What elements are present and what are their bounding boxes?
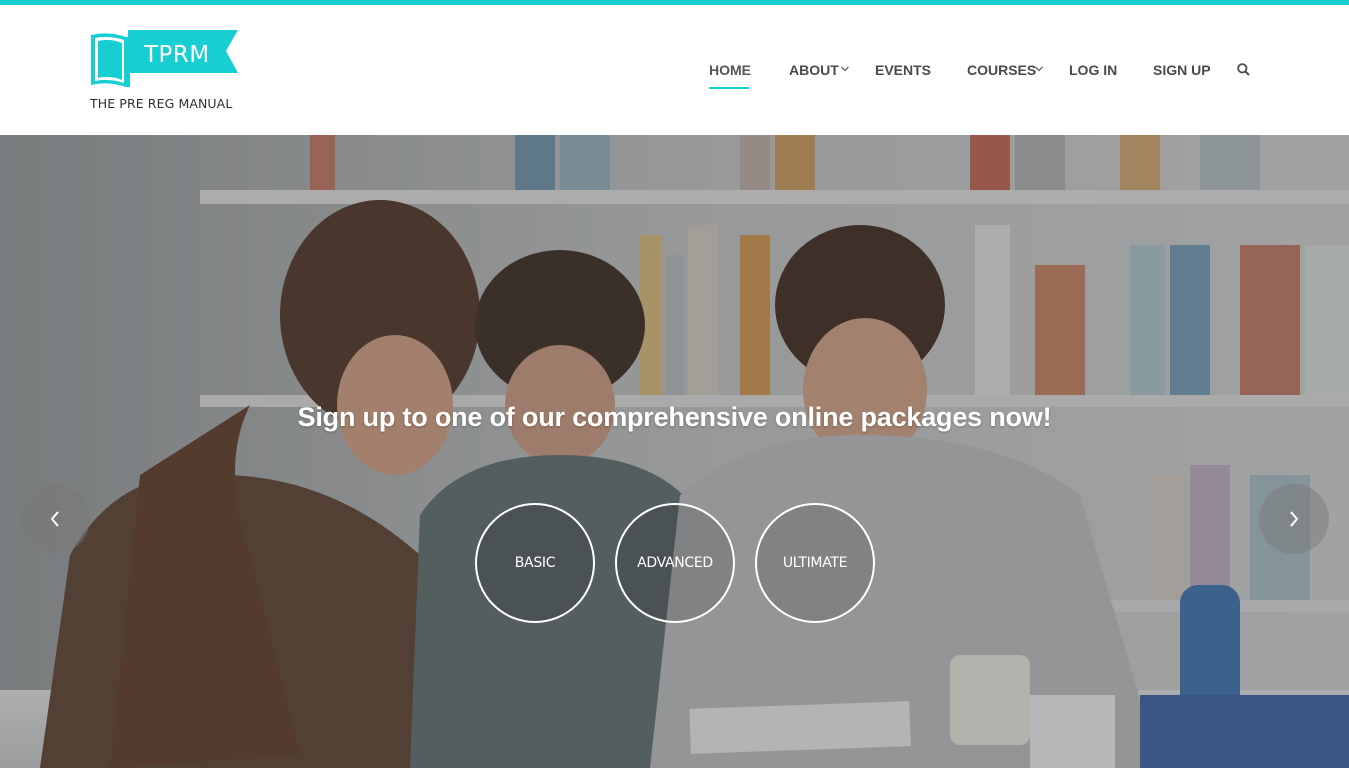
chevron-left-icon bbox=[50, 511, 59, 527]
nav-about-label: ABOUT bbox=[789, 62, 839, 78]
package-ultimate-label: ULTIMATE bbox=[782, 555, 848, 571]
search-button[interactable] bbox=[1237, 63, 1250, 79]
nav-home[interactable]: HOME bbox=[709, 62, 751, 89]
nav-courses-label: COURSES bbox=[967, 62, 1037, 78]
hero-slider: Sign up to one of our comprehensive onli… bbox=[0, 135, 1349, 768]
active-nav-underline bbox=[709, 87, 749, 89]
site-logo[interactable]: TPRM THE PRE REG MANUAL bbox=[88, 29, 248, 119]
nav-sign-up[interactable]: SIGN UP bbox=[1153, 62, 1211, 78]
chevron-right-icon bbox=[1290, 511, 1299, 527]
logo-tagline: THE PRE REG MANUAL bbox=[90, 96, 233, 111]
search-icon bbox=[1237, 63, 1250, 76]
package-basic-label: BASIC bbox=[514, 555, 556, 571]
package-advanced-button[interactable]: ADVANCED bbox=[615, 503, 735, 623]
slider-next-button[interactable] bbox=[1259, 484, 1329, 554]
nav-about[interactable]: ABOUT bbox=[789, 62, 839, 78]
nav-log-in-label: LOG IN bbox=[1069, 62, 1118, 78]
package-ultimate-button[interactable]: ULTIMATE bbox=[755, 503, 875, 623]
nav-events[interactable]: EVENTS bbox=[875, 62, 931, 78]
chevron-down-icon[interactable] bbox=[840, 64, 850, 74]
chevron-down-icon[interactable] bbox=[1034, 64, 1044, 74]
hero-headline: Sign up to one of our comprehensive onli… bbox=[297, 402, 1052, 432]
hero-dark-overlay bbox=[0, 135, 1349, 768]
nav-events-label: EVENTS bbox=[875, 62, 932, 78]
nav-courses[interactable]: COURSES bbox=[967, 62, 1036, 78]
nav-home-label: HOME bbox=[709, 62, 751, 78]
package-basic-button[interactable]: BASIC bbox=[475, 503, 595, 623]
site-header: TPRM THE PRE REG MANUAL HOME ABOUT EVENT… bbox=[0, 5, 1349, 135]
package-advanced-label: ADVANCED bbox=[637, 555, 713, 571]
nav-sign-up-label: SIGN UP bbox=[1153, 62, 1211, 78]
logo-mark-text: TPRM bbox=[144, 42, 210, 68]
slider-prev-button[interactable] bbox=[20, 484, 90, 554]
nav-log-in[interactable]: LOG IN bbox=[1069, 62, 1117, 78]
